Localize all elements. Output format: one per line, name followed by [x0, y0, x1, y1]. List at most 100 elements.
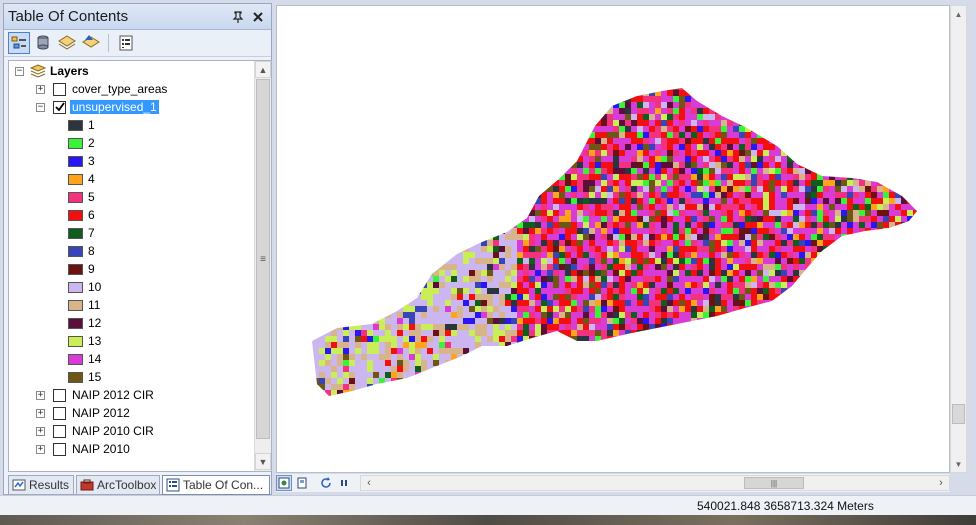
scroll-right-icon[interactable]: › [933, 476, 949, 490]
map-vertical-scrollbar[interactable]: ▲ ▼ [950, 5, 967, 473]
toc-toolbar [4, 30, 271, 57]
close-icon[interactable] [251, 10, 265, 24]
expand-icon[interactable]: + [36, 84, 45, 94]
tree-row-layer[interactable]: + cover_type_areas [36, 80, 167, 98]
scroll-up-icon[interactable]: ▲ [951, 6, 966, 22]
map-view[interactable] [276, 5, 950, 473]
class-legend-item[interactable]: 10 [68, 278, 101, 296]
layer-tree: − Layers + cover_type_areas − unsupervis… [8, 60, 272, 472]
layer-visibility-checkbox[interactable] [53, 388, 66, 402]
class-color-swatch[interactable] [68, 227, 83, 239]
expand-icon[interactable]: + [36, 444, 45, 454]
list-by-source-icon[interactable] [32, 32, 54, 54]
scroll-down-icon[interactable]: ▼ [951, 456, 966, 472]
class-color-swatch[interactable] [68, 335, 83, 347]
class-label: 12 [88, 316, 102, 330]
toolbox-icon [80, 478, 94, 492]
class-label: 10 [88, 280, 102, 294]
classified-raster-map[interactable] [277, 6, 949, 472]
toc-vertical-scrollbar[interactable]: ▲ ≡ ▼ [254, 61, 271, 471]
class-color-swatch[interactable] [68, 317, 83, 329]
list-by-drawing-order-icon[interactable] [8, 32, 30, 54]
expand-icon[interactable]: + [36, 426, 45, 436]
tree-row-layer[interactable]: − unsupervised_1 [36, 98, 159, 116]
tab-results[interactable]: Results [8, 475, 74, 495]
class-legend-item[interactable]: 3 [68, 152, 95, 170]
scroll-thumb[interactable]: ||| [744, 477, 804, 489]
class-color-swatch[interactable] [68, 155, 83, 167]
layer-visibility-checkbox[interactable] [53, 424, 66, 438]
class-color-swatch[interactable] [68, 209, 83, 221]
tab-arctoolbox-label: ArcToolbox [97, 478, 157, 492]
tree-row-layer[interactable]: + NAIP 2010 [36, 440, 130, 458]
tree-row-layers[interactable]: − Layers [15, 62, 89, 80]
refresh-icon[interactable] [318, 475, 334, 491]
data-view-icon[interactable] [276, 475, 292, 491]
tab-table-of-contents-label: Table Of Con... [183, 478, 264, 492]
class-color-swatch[interactable] [68, 119, 83, 131]
map-horizontal-scrollbar[interactable]: ‹ ||| › [360, 475, 950, 491]
class-label: 2 [88, 136, 95, 150]
layer-label[interactable]: NAIP 2012 CIR [72, 388, 154, 402]
layer-visibility-checkbox[interactable] [53, 442, 66, 456]
class-legend-item[interactable]: 7 [68, 224, 95, 242]
collapse-icon[interactable]: − [15, 66, 24, 76]
tree-row-layer[interactable]: + NAIP 2012 CIR [36, 386, 154, 404]
list-by-selection-icon[interactable] [80, 32, 102, 54]
options-icon[interactable] [115, 32, 137, 54]
layer-label[interactable]: cover_type_areas [72, 82, 167, 96]
class-color-swatch[interactable] [68, 353, 83, 365]
tree-row-layer[interactable]: + NAIP 2012 [36, 404, 130, 422]
class-color-swatch[interactable] [68, 191, 83, 203]
class-label: 15 [88, 370, 102, 384]
class-legend-item[interactable]: 12 [68, 314, 101, 332]
list-by-visibility-icon[interactable] [56, 32, 78, 54]
class-legend-item[interactable]: 6 [68, 206, 95, 224]
expand-icon[interactable]: + [36, 390, 45, 400]
class-color-swatch[interactable] [68, 137, 83, 149]
class-legend-item[interactable]: 9 [68, 260, 95, 278]
class-label: 3 [88, 154, 95, 168]
layer-visibility-checkbox[interactable] [53, 406, 66, 420]
pause-drawing-icon[interactable] [336, 475, 352, 491]
layer-label[interactable]: NAIP 2010 [72, 442, 130, 456]
class-color-swatch[interactable] [68, 281, 83, 293]
layer-label[interactable]: NAIP 2012 [72, 406, 130, 420]
layer-label[interactable]: unsupervised_1 [70, 100, 159, 114]
scroll-left-icon[interactable]: ‹ [361, 476, 377, 490]
toolbar-separator [108, 34, 109, 52]
class-legend-item[interactable]: 4 [68, 170, 95, 188]
tab-table-of-contents[interactable]: Table Of Con... [162, 475, 270, 495]
class-color-swatch[interactable] [68, 173, 83, 185]
scroll-down-icon[interactable]: ▼ [255, 453, 271, 470]
layer-visibility-checkbox[interactable] [53, 100, 66, 114]
scroll-thumb[interactable]: ≡ [256, 79, 270, 439]
class-label: 13 [88, 334, 102, 348]
layers-frame-icon [30, 64, 46, 78]
layers-root-label: Layers [50, 64, 89, 78]
class-legend-item[interactable]: 13 [68, 332, 101, 350]
tab-arctoolbox[interactable]: ArcToolbox [76, 475, 160, 495]
class-legend-item[interactable]: 5 [68, 188, 95, 206]
class-legend-item[interactable]: 1 [68, 116, 95, 134]
toc-title: Table Of Contents [8, 8, 129, 25]
class-legend-item[interactable]: 2 [68, 134, 95, 152]
class-color-swatch[interactable] [68, 299, 83, 311]
class-color-swatch[interactable] [68, 263, 83, 275]
scroll-up-icon[interactable]: ▲ [255, 61, 271, 78]
class-legend-item[interactable]: 8 [68, 242, 95, 260]
layout-view-icon[interactable] [294, 475, 310, 491]
scroll-thumb[interactable] [952, 404, 965, 424]
class-legend-item[interactable]: 15 [68, 368, 101, 386]
collapse-icon[interactable]: − [36, 102, 45, 112]
class-label: 4 [88, 172, 95, 186]
class-color-swatch[interactable] [68, 371, 83, 383]
class-legend-item[interactable]: 14 [68, 350, 101, 368]
class-color-swatch[interactable] [68, 245, 83, 257]
class-legend-item[interactable]: 11 [68, 296, 100, 314]
pin-icon[interactable] [231, 10, 245, 24]
expand-icon[interactable]: + [36, 408, 45, 418]
layer-label[interactable]: NAIP 2010 CIR [72, 424, 154, 438]
layer-visibility-checkbox[interactable] [53, 82, 66, 96]
tree-row-layer[interactable]: + NAIP 2010 CIR [36, 422, 154, 440]
